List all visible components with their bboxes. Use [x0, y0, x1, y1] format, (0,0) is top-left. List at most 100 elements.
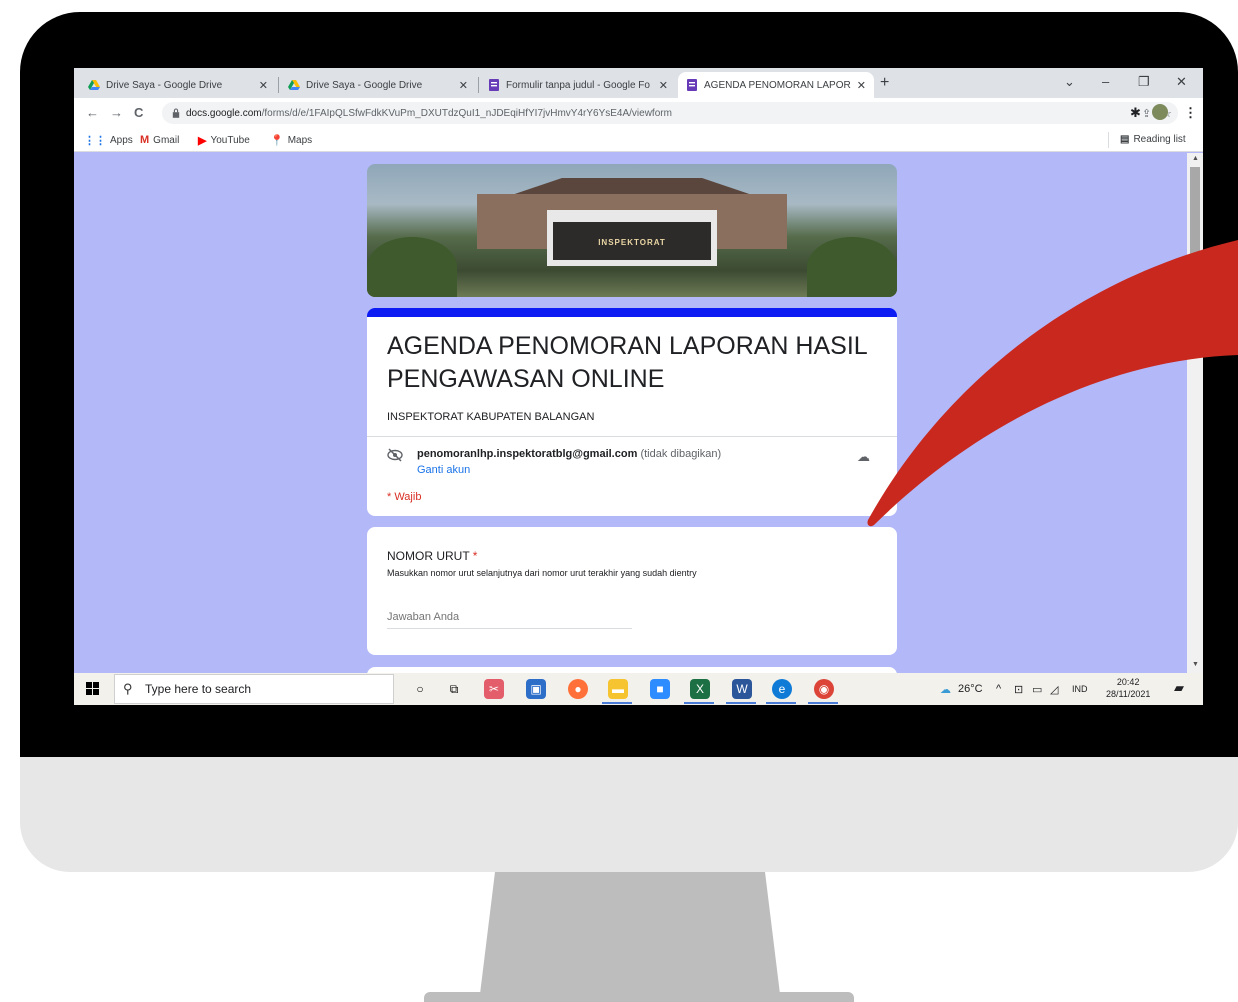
running-indicator [726, 702, 756, 704]
divider [367, 436, 897, 437]
monitor-stand [480, 872, 780, 994]
google-drive-icon [288, 80, 300, 90]
cortana-icon[interactable]: ○ [410, 679, 430, 699]
answer-input[interactable] [387, 605, 632, 629]
notification-icon[interactable]: ▰ [1174, 680, 1184, 696]
scroll-up-icon[interactable]: ▲ [1192, 155, 1199, 162]
profile-avatar[interactable] [1152, 104, 1168, 120]
new-tab-button[interactable]: + [880, 74, 889, 92]
lock-icon [172, 108, 180, 118]
search-icon: ⚲ [123, 681, 133, 696]
gmail-icon: M [140, 134, 150, 146]
tab-drive-1[interactable]: Drive Saya - Google Drive ✕ [80, 72, 276, 98]
bookmark-label: YouTube [210, 135, 250, 146]
back-icon[interactable]: ← [86, 105, 99, 120]
running-indicator [766, 702, 796, 704]
bookmark-apps[interactable]: ⋮⋮ Apps [84, 134, 133, 147]
tab-separator [478, 77, 479, 93]
maps-pin-icon: 📍 [270, 135, 284, 147]
eye-off-icon [387, 448, 403, 465]
reading-list-icon: ▤ [1120, 134, 1130, 145]
excel-icon[interactable]: X [690, 679, 710, 699]
chrome-icon[interactable]: ◉ [814, 679, 834, 699]
battery-icon[interactable]: ▭ [1032, 683, 1042, 696]
tab-separator [278, 77, 279, 93]
apps-grid-icon: ⋮⋮ [84, 135, 106, 147]
store-icon[interactable]: ▣ [526, 679, 546, 699]
required-note: * Wajib [387, 491, 422, 503]
restore-icon[interactable]: ❐ [1138, 74, 1150, 90]
close-window-icon[interactable]: ✕ [1176, 74, 1187, 90]
reading-list-label: Reading list [1133, 134, 1186, 145]
snipping-tool-icon[interactable]: ✂ [484, 679, 504, 699]
forward-icon[interactable]: → [110, 105, 123, 120]
monitor-stand-base [424, 992, 854, 1002]
scroll-down-icon[interactable]: ▼ [1192, 661, 1199, 668]
youtube-icon: ▶ [198, 135, 207, 147]
reload-icon[interactable]: C [134, 105, 143, 120]
taskbar-search[interactable]: ⚲ Type here to search [114, 674, 394, 704]
red-arrow-annotation [867, 240, 1238, 527]
tree [367, 237, 457, 297]
extensions-icon[interactable]: ✱ [1130, 105, 1141, 121]
weather-icon: ☁ [940, 684, 951, 696]
edge-icon[interactable]: e [772, 679, 792, 699]
form-title: AGENDA PENOMORAN LAPORAN HASIL PENGAWASA… [387, 332, 867, 393]
bookmark-gmail[interactable]: M Gmail [140, 134, 179, 146]
bookmark-maps[interactable]: 📍 Maps [270, 134, 312, 147]
account-note: (tidak dibagikan) [640, 448, 722, 460]
tab-drive-2[interactable]: Drive Saya - Google Drive ✕ [280, 72, 476, 98]
tab-close-icon[interactable]: ✕ [459, 79, 468, 92]
task-view-icon[interactable]: ⧉ [444, 679, 464, 699]
tray-chevron-icon[interactable]: ^ [996, 683, 1001, 695]
tray-network-icon[interactable]: ⊡ [1014, 683, 1023, 696]
monitor-chin [20, 757, 1238, 872]
gate-sign-text: INSPEKTORAT [598, 238, 666, 247]
bookmark-label: Maps [287, 135, 313, 146]
clock-date: 28/11/2021 [1106, 689, 1151, 699]
running-indicator [684, 702, 714, 704]
zoom-icon[interactable]: ■ [650, 679, 670, 699]
windows-taskbar: ⚲ Type here to search ○ ⧉ ✂ ▣ ● ▬ ■ X W … [74, 673, 1203, 705]
weather-temp[interactable]: 26°C [958, 683, 983, 695]
reading-list-button[interactable]: ▤ Reading list [1120, 134, 1186, 145]
tab-title: Drive Saya - Google Drive [106, 79, 223, 91]
address-path: /forms/d/e/1FAIpQLSfwFdkKVuPm_DXUTdzQuI1… [261, 107, 672, 119]
tab-forms-untitled[interactable]: Formulir tanpa judul - Google Fo ✕ [480, 72, 676, 98]
windows-start-icon[interactable] [86, 682, 99, 698]
minimize-icon[interactable]: – [1102, 74, 1109, 89]
tab-close-icon[interactable]: ✕ [259, 79, 268, 92]
tab-close-icon[interactable]: ✕ [857, 79, 866, 92]
form-description: INSPEKTORAT KABUPATEN BALANGAN [387, 411, 595, 423]
bookmarks-divider [1108, 132, 1109, 148]
language-indicator[interactable]: IND [1072, 684, 1088, 694]
question-card: NOMOR URUT * Masukkan nomor urut selanju… [367, 527, 897, 655]
tab-search-icon[interactable]: ⌄ [1064, 74, 1075, 90]
menu-kebab-icon[interactable]: ⋮ [1184, 105, 1197, 121]
address-host: docs.google.com [186, 107, 262, 119]
tab-strip: Drive Saya - Google Drive ✕ Drive Saya -… [74, 68, 1203, 98]
tab-agenda-form[interactable]: AGENDA PENOMORAN LAPORA ✕ [678, 72, 874, 98]
file-explorer-icon[interactable]: ▬ [608, 679, 628, 699]
browser-toolbar: ← → C docs.google.com/forms/d/e/1FAIpQLS… [74, 98, 1203, 128]
bookmark-label: Apps [110, 135, 133, 146]
share-icon[interactable]: ⇪ [1142, 107, 1151, 120]
bookmark-label: Gmail [153, 134, 180, 146]
google-drive-icon [88, 80, 100, 90]
form-header-image: INSPEKTORAT [367, 164, 897, 297]
clock-time: 20:42 [1116, 677, 1140, 687]
address-bar[interactable]: docs.google.com/forms/d/e/1FAIpQLSfwFdkK… [162, 102, 1178, 124]
running-indicator [808, 702, 838, 704]
google-forms-icon [687, 79, 697, 91]
tab-close-icon[interactable]: ✕ [659, 79, 668, 92]
bookmarks-bar: ⋮⋮ Apps M Gmail ▶ YouTube 📍 Maps ▤ Readi… [74, 128, 1203, 152]
bookmark-youtube[interactable]: ▶ YouTube [198, 134, 250, 147]
search-placeholder: Type here to search [145, 682, 252, 696]
wifi-icon[interactable]: ◿ [1050, 683, 1058, 696]
switch-account-link[interactable]: Ganti akun [417, 464, 470, 476]
word-icon[interactable]: W [732, 679, 752, 699]
question-title-text: NOMOR URUT [387, 549, 470, 563]
firefox-icon[interactable]: ● [568, 679, 588, 699]
system-clock[interactable]: 20:42 28/11/2021 [1106, 676, 1150, 700]
google-forms-icon [489, 79, 499, 91]
